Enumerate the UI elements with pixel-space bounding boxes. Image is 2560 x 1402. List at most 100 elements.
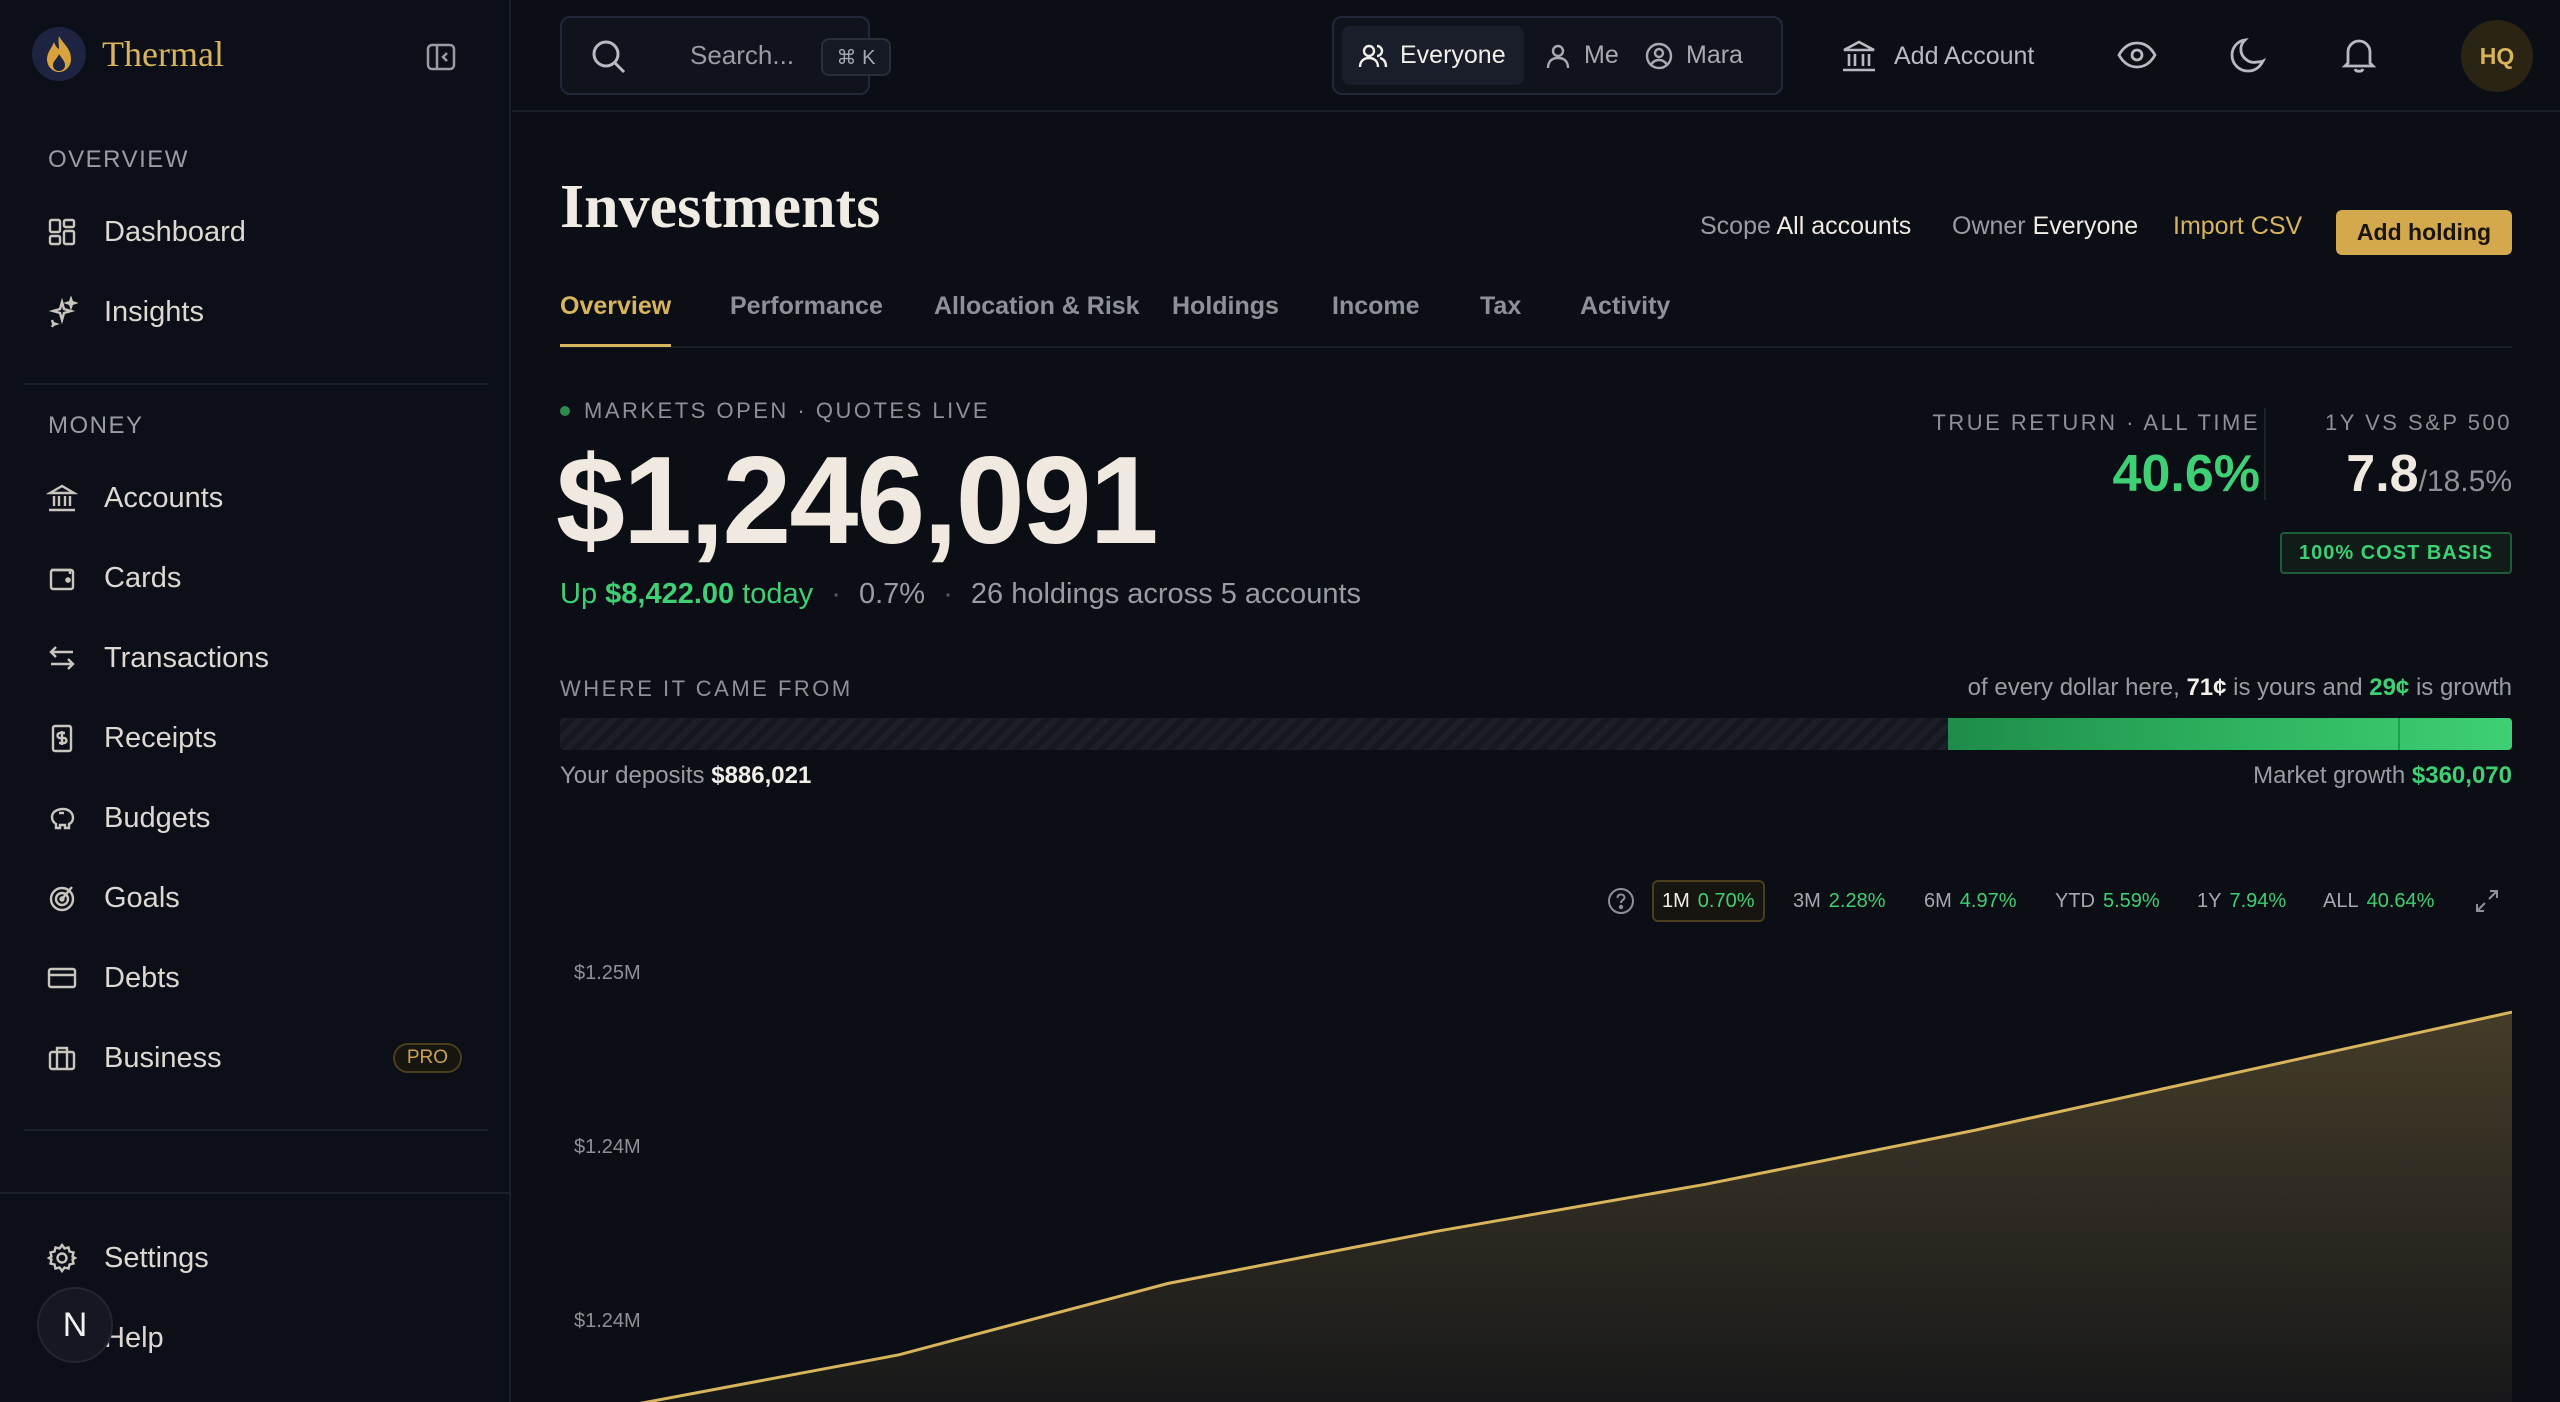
search-icon xyxy=(590,38,628,76)
separator: · xyxy=(831,578,841,610)
range-6m[interactable]: 6M 4.97% xyxy=(1916,880,2025,922)
range-pct: 5.59% xyxy=(2103,889,2160,912)
users-icon xyxy=(1358,44,1388,67)
segment-label: Everyone xyxy=(1400,41,1506,69)
sidebar-item-insights[interactable]: Insights xyxy=(24,280,488,344)
sidebar-item-budgets[interactable]: Budgets xyxy=(24,786,488,850)
daily-change: Up $8,422.00 today · 0.7% · 26 holdings … xyxy=(560,578,1361,611)
segment-me[interactable]: Me xyxy=(1534,26,1629,85)
range-1m[interactable]: 1M 0.70% xyxy=(1652,880,1765,922)
range-pct: 7.94% xyxy=(2229,889,2287,912)
tab-overview[interactable]: Overview xyxy=(560,292,672,347)
vs-benchmark: /18.5% xyxy=(2418,465,2512,498)
sidebar-item-receipts[interactable]: Receipts xyxy=(24,706,488,770)
sidebar-item-business[interactable]: Business PRO xyxy=(24,1026,488,1090)
add-account-label: Add Account xyxy=(1894,41,2035,70)
user-icon xyxy=(1546,44,1570,68)
owner-value: Everyone xyxy=(2032,212,2139,240)
range-pct: 40.64% xyxy=(2366,889,2435,912)
sidebar-item-label: Dashboard xyxy=(104,215,246,248)
sidebar-item-accounts[interactable]: Accounts xyxy=(24,466,488,530)
up-prefix: Up xyxy=(560,578,598,610)
tab-allocation-risk[interactable]: Allocation & Risk xyxy=(934,292,1140,321)
user-circle-icon xyxy=(1645,42,1673,69)
eye-icon[interactable] xyxy=(2116,34,2158,76)
add-account-button[interactable]: Add Account xyxy=(1840,26,2034,86)
tab-performance[interactable]: Performance xyxy=(730,292,883,321)
tab-activity[interactable]: Activity xyxy=(1580,292,1670,321)
range-all[interactable]: ALL 40.64% xyxy=(2315,880,2442,922)
sparkles-icon xyxy=(46,295,79,328)
true-return-value: 40.6% xyxy=(2112,445,2260,503)
portfolio-value-chart: $1.25M $1.24M $1.24M xyxy=(574,962,2512,1402)
workspace-avatar[interactable]: N xyxy=(37,1287,113,1363)
search-placeholder: Search... xyxy=(690,40,795,70)
segment-everyone[interactable]: Everyone xyxy=(1342,26,1524,85)
user-avatar[interactable]: HQ xyxy=(2461,20,2533,92)
sidebar-divider xyxy=(24,1129,488,1131)
range-pct: 2.28% xyxy=(1828,889,1886,912)
market-status: MARKETS OPEN · QUOTES LIVE xyxy=(560,398,990,424)
segment-mara[interactable]: Mara xyxy=(1634,26,1753,85)
sidebar-item-label: Cards xyxy=(104,561,182,594)
add-holding-button[interactable]: Add holding xyxy=(2336,210,2512,255)
pct-today: 0.7% xyxy=(858,578,926,610)
sidebar-item-debts[interactable]: Debts xyxy=(24,946,488,1010)
receipt-icon xyxy=(46,722,78,754)
bank-icon xyxy=(45,482,79,514)
search-input[interactable]: Search... ⌘ K xyxy=(560,16,891,95)
dashboard-icon xyxy=(46,216,78,248)
vs-benchmark-value: 7.8/18.5% xyxy=(2346,444,2512,504)
sidebar-item-label: Accounts xyxy=(104,481,224,514)
sidebar-item-label: Business xyxy=(104,1041,222,1074)
app-root: Thermal OVERVIEW Dashboard Insights MONE… xyxy=(0,0,2560,1402)
cost-basis-badge: 100% COST BASIS xyxy=(2280,532,2512,574)
top-bar: Search... ⌘ K Everyone Me Mara Add Accou… xyxy=(512,0,2560,112)
sidebar: Thermal OVERVIEW Dashboard Insights MONE… xyxy=(0,0,511,1402)
sidebar-item-label: Goals xyxy=(104,881,180,914)
tab-holdings[interactable]: Holdings xyxy=(1172,292,1279,321)
up-suffix: today xyxy=(742,578,814,610)
brand[interactable]: Thermal xyxy=(32,27,224,81)
deposits-vs-growth-bar xyxy=(560,718,2512,750)
range-label: 3M xyxy=(1793,889,1821,912)
collapse-sidebar-icon[interactable] xyxy=(424,40,458,74)
expand-icon[interactable] xyxy=(2472,886,2502,916)
sidebar-item-label: Debts xyxy=(104,961,180,994)
range-ytd[interactable]: YTD 5.59% xyxy=(2047,880,2168,922)
separator: · xyxy=(943,578,953,610)
tab-tax[interactable]: Tax xyxy=(1480,292,1521,321)
vs-value: 7.8 xyxy=(2346,445,2419,503)
sidebar-item-goals[interactable]: Goals xyxy=(24,866,488,930)
owner-key: Owner xyxy=(1952,212,2026,240)
section-label-overview: OVERVIEW xyxy=(48,146,189,173)
owner-filter[interactable]: Owner Everyone xyxy=(1952,212,2138,241)
bar-tick xyxy=(2398,718,2400,750)
moon-icon[interactable] xyxy=(2227,34,2269,76)
range-label: ALL xyxy=(2323,889,2359,912)
sidebar-item-cards[interactable]: Cards xyxy=(24,546,488,610)
help-circle-icon[interactable] xyxy=(1606,886,1636,916)
tab-income[interactable]: Income xyxy=(1332,292,1420,321)
y-tick-label: $1.24M xyxy=(574,1136,641,1158)
sidebar-item-settings[interactable]: Settings xyxy=(24,1226,488,1290)
growth-summary: Market growth $360,070 xyxy=(2253,762,2512,790)
import-csv-link[interactable]: Import CSV xyxy=(2173,212,2302,241)
sidebar-item-transactions[interactable]: Transactions xyxy=(24,626,488,690)
sidebar-item-dashboard[interactable]: Dashboard xyxy=(24,200,488,264)
true-return-label: TRUE RETURN · ALL TIME xyxy=(1932,410,2260,435)
composition-label: WHERE IT CAME FROM xyxy=(560,676,853,701)
bell-icon[interactable] xyxy=(2338,34,2380,76)
up-amount: $8,422.00 xyxy=(605,578,735,610)
range-3m[interactable]: 3M 2.28% xyxy=(1785,880,1894,922)
sidebar-item-label: Receipts xyxy=(104,721,217,754)
deposits-label: Your deposits xyxy=(560,762,705,789)
bank-icon xyxy=(1843,40,1875,72)
range-1y[interactable]: 1Y 7.94% xyxy=(2189,880,2294,922)
main-content: Investments Scope All accounts Owner Eve… xyxy=(512,112,2560,1402)
sidebar-footer-divider xyxy=(0,1192,511,1194)
wallet-icon xyxy=(46,562,78,594)
scope-filter[interactable]: Scope All accounts xyxy=(1700,212,1911,241)
brand-name: Thermal xyxy=(102,34,224,74)
piggy-bank-icon xyxy=(46,802,78,834)
